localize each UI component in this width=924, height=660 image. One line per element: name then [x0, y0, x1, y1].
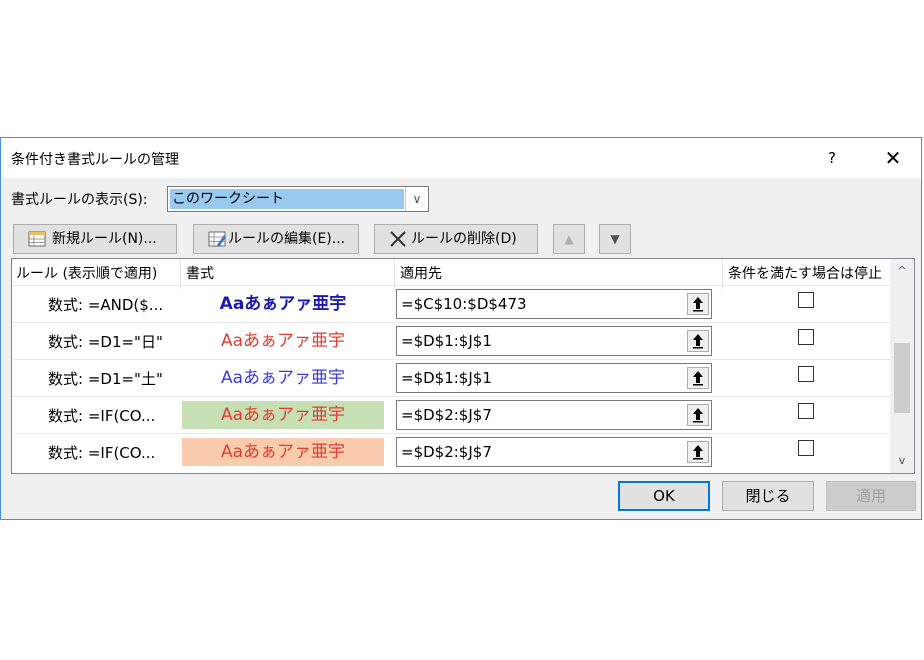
close-button[interactable]: 閉じる [722, 481, 814, 511]
show-rules-label: 書式ルールの表示(S): [11, 192, 148, 208]
format-preview: Aaあぁアァ亜宇 [220, 368, 346, 388]
range-select-icon[interactable] [687, 404, 709, 426]
table-row[interactable]: 数式: =D1="土" Aaあぁアァ亜宇 =$D$1:$J$1 [12, 359, 890, 396]
close-icon[interactable]: ✕ [873, 144, 913, 172]
stop-if-true-checkbox[interactable] [798, 366, 814, 382]
apply-button[interactable]: 適用 [826, 481, 916, 511]
delete-rule-button[interactable]: ルールの削除(D) [374, 224, 538, 254]
edit-rule-icon [208, 231, 226, 247]
edit-rule-button[interactable]: ルールの編集(E)... [193, 224, 359, 254]
rule-description: 数式: =D1="土" [48, 370, 163, 388]
scroll-up-icon[interactable]: ^ [890, 261, 914, 281]
move-down-button[interactable]: ▼ [599, 224, 631, 254]
rules-list[interactable]: ルール (表示順で適用) 書式 適用先 条件を満たす場合は停止 数式: =AND… [11, 258, 915, 474]
new-rule-icon [28, 231, 46, 247]
applies-to-input[interactable]: =$C$10:$D$473 [396, 289, 712, 319]
applies-to-input[interactable]: =$D$1:$J$1 [396, 363, 712, 393]
edit-rule-label: ルールの編集(E)... [228, 231, 346, 247]
ok-button[interactable]: OK [618, 481, 710, 511]
rule-description: 数式: =IF(CO... [48, 444, 156, 462]
applies-to-input[interactable]: =$D$2:$J$7 [396, 437, 712, 467]
move-up-button[interactable]: ▲ [553, 224, 585, 254]
delete-x-icon [390, 231, 406, 247]
range-select-icon[interactable] [687, 293, 709, 315]
stop-if-true-checkbox[interactable] [798, 440, 814, 456]
scroll-down-icon[interactable]: v [890, 451, 914, 471]
format-preview: Aaあぁアァ亜宇 [182, 401, 384, 429]
rule-description: 数式: =IF(CO... [48, 407, 156, 425]
table-row[interactable]: 数式: =D1="日" Aaあぁアァ亜宇 =$D$1:$J$1 [12, 322, 890, 359]
table-row[interactable]: 数式: =IF(CO... Aaあぁアァ亜宇 =$D$2:$J$7 [12, 396, 890, 433]
chevron-down-icon[interactable]: ∨ [405, 187, 428, 211]
title-bar: 条件付き書式ルールの管理 ? ✕ [1, 138, 921, 178]
format-preview: Aaあぁアァ亜宇 [220, 331, 346, 351]
applies-to-value: =$C$10:$D$473 [401, 295, 527, 313]
applies-to-input[interactable]: =$D$2:$J$7 [396, 400, 712, 430]
show-rules-dropdown[interactable]: このワークシート ∨ [167, 186, 429, 212]
applies-to-value: =$D$1:$J$1 [401, 369, 492, 387]
format-preview: Aaあぁアァ亜宇 [219, 294, 347, 314]
vertical-scrollbar[interactable]: ^ v [890, 259, 914, 473]
range-select-icon[interactable] [687, 367, 709, 389]
rule-description: 数式: =D1="日" [48, 333, 163, 351]
help-button[interactable]: ? [817, 144, 847, 172]
new-rule-button[interactable]: 新規ルール(N)... [13, 224, 177, 254]
applies-to-value: =$D$2:$J$7 [401, 406, 492, 424]
dialog-title: 条件付き書式ルールの管理 [11, 152, 179, 168]
conditional-format-rules-dialog: 条件付き書式ルールの管理 ? ✕ 書式ルールの表示(S): このワークシート ∨… [0, 137, 922, 520]
show-rules-selected-value: このワークシート [170, 189, 404, 209]
new-rule-label: 新規ルール(N)... [52, 231, 157, 247]
applies-to-value: =$D$2:$J$7 [401, 443, 492, 461]
table-row[interactable]: 数式: =IF(CO... Aaあぁアァ亜宇 =$D$2:$J$7 [12, 433, 890, 470]
applies-to-value: =$D$1:$J$1 [401, 332, 492, 350]
delete-rule-label: ルールの削除(D) [411, 231, 517, 247]
applies-to-input[interactable]: =$D$1:$J$1 [396, 326, 712, 356]
stop-if-true-checkbox[interactable] [798, 329, 814, 345]
scroll-thumb[interactable] [894, 343, 910, 413]
table-row[interactable]: 数式: =AND($... Aaあぁアァ亜宇 =$C$10:$D$473 [12, 285, 890, 322]
range-select-icon[interactable] [687, 330, 709, 352]
stop-if-true-checkbox[interactable] [798, 403, 814, 419]
format-preview: Aaあぁアァ亜宇 [182, 438, 384, 466]
range-select-icon[interactable] [687, 441, 709, 463]
stop-if-true-checkbox[interactable] [798, 292, 814, 308]
rule-description: 数式: =AND($... [48, 296, 164, 314]
